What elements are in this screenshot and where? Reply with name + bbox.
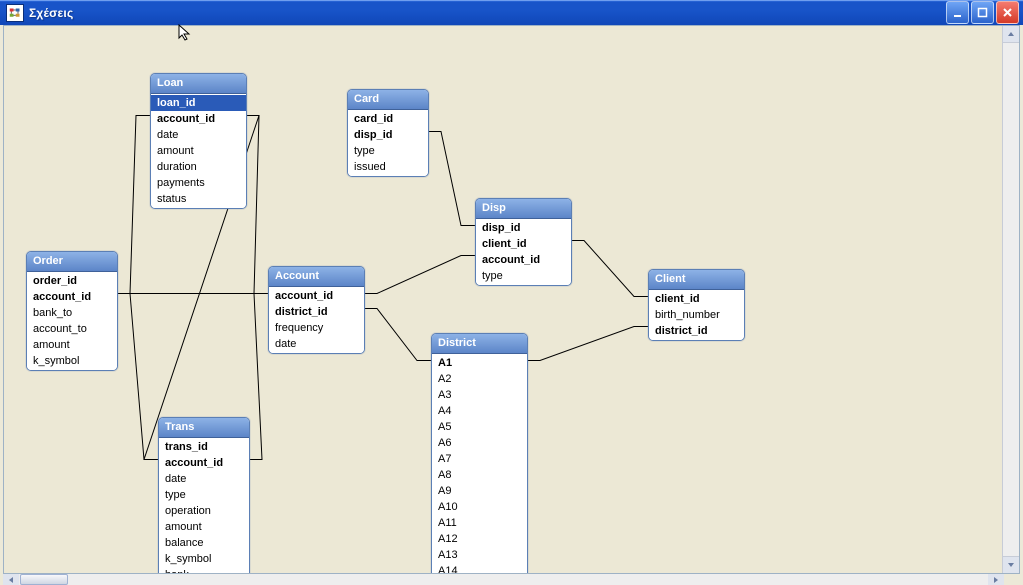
field-date[interactable]: date [151,127,246,143]
field-A8[interactable]: A8 [432,467,527,483]
field-account_id[interactable]: account_id [476,252,571,268]
field-account_to[interactable]: account_to [27,321,117,337]
field-A12[interactable]: A12 [432,531,527,547]
field-loan_id[interactable]: loan_id [151,95,246,111]
field-frequency[interactable]: frequency [269,320,364,336]
field-disp_id[interactable]: disp_id [348,127,428,143]
field-A13[interactable]: A13 [432,547,527,563]
relationship-line[interactable] [427,132,475,226]
field-disp_id[interactable]: disp_id [476,220,571,236]
relationship-line[interactable] [248,294,268,460]
field-A1[interactable]: A1 [432,355,527,371]
table-account[interactable]: Accountaccount_iddistrict_idfrequencydat… [268,266,365,354]
table-card[interactable]: Cardcard_iddisp_idtypeissued [347,89,429,177]
table-header[interactable]: Loan [151,74,246,94]
field-A2[interactable]: A2 [432,371,527,387]
relationship-line[interactable] [116,294,158,460]
table-header[interactable]: District [432,334,527,354]
table-header[interactable]: Card [348,90,428,110]
field-account_id[interactable]: account_id [27,289,117,305]
field-k_symbol[interactable]: k_symbol [27,353,117,369]
relationship-line[interactable] [245,116,268,294]
field-district_id[interactable]: district_id [269,304,364,320]
relationships-canvas[interactable]: Loanloan_idaccount_iddateamountdurationp… [3,25,1020,574]
field-duration[interactable]: duration [151,159,246,175]
table-disp[interactable]: Dispdisp_idclient_idaccount_idtype [475,198,572,286]
relationship-line[interactable] [363,256,475,294]
maximize-icon [977,7,988,18]
maximize-button[interactable] [971,1,994,24]
field-bank_to[interactable]: bank_to [27,305,117,321]
table-header[interactable]: Trans [159,418,249,438]
field-account_id[interactable]: account_id [151,111,246,127]
field-balance[interactable]: balance [159,535,249,551]
hscroll-thumb[interactable] [20,574,68,585]
field-operation[interactable]: operation [159,503,249,519]
field-k_symbol[interactable]: k_symbol [159,551,249,567]
table-loan[interactable]: Loanloan_idaccount_iddateamountdurationp… [150,73,247,209]
field-type[interactable]: type [348,143,428,159]
field-client_id[interactable]: client_id [476,236,571,252]
field-A10[interactable]: A10 [432,499,527,515]
field-A14[interactable]: A14 [432,563,527,574]
table-header[interactable]: Disp [476,199,571,219]
field-A7[interactable]: A7 [432,451,527,467]
titlebar[interactable]: Σχέσεις [0,0,1023,25]
relationship-line[interactable] [570,241,648,297]
field-amount[interactable]: amount [151,143,246,159]
field-A11[interactable]: A11 [432,515,527,531]
table-client[interactable]: Clientclient_idbirth_numberdistrict_id [648,269,745,341]
field-A3[interactable]: A3 [432,387,527,403]
table-district[interactable]: DistrictA1A2A3A4A5A6A7A8A9A10A11A12A13A1… [431,333,528,574]
minimize-button[interactable] [946,1,969,24]
table-header[interactable]: Client [649,270,744,290]
scroll-left-button[interactable] [3,574,19,585]
field-A6[interactable]: A6 [432,435,527,451]
field-bank[interactable]: bank [159,567,249,574]
close-button[interactable] [996,1,1019,24]
field-trans_id[interactable]: trans_id [159,439,249,455]
field-amount[interactable]: amount [159,519,249,535]
horizontal-scrollbar[interactable] [3,574,1004,585]
vertical-scrollbar[interactable] [1002,26,1019,573]
field-date[interactable]: date [269,336,364,352]
field-account_id[interactable]: account_id [269,288,364,304]
window-title: Σχέσεις [29,6,944,20]
table-header[interactable]: Account [269,267,364,287]
scroll-down-button[interactable] [1003,556,1019,573]
field-district_id[interactable]: district_id [649,323,744,339]
relationship-line[interactable] [526,327,648,361]
relationship-line[interactable] [363,309,431,361]
field-A9[interactable]: A9 [432,483,527,499]
scroll-up-button[interactable] [1003,26,1019,43]
close-icon [1002,7,1013,18]
field-date[interactable]: date [159,471,249,487]
minimize-icon [952,7,963,18]
field-client_id[interactable]: client_id [649,291,744,307]
field-issued[interactable]: issued [348,159,428,175]
field-type[interactable]: type [476,268,571,284]
field-card_id[interactable]: card_id [348,111,428,127]
table-header[interactable]: Order [27,252,117,272]
field-order_id[interactable]: order_id [27,273,117,289]
table-trans[interactable]: Transtrans_idaccount_iddatetypeoperation… [158,417,250,574]
field-payments[interactable]: payments [151,175,246,191]
field-account_id[interactable]: account_id [159,455,249,471]
app-icon [6,4,24,22]
field-type[interactable]: type [159,487,249,503]
field-birth_number[interactable]: birth_number [649,307,744,323]
scroll-right-button[interactable] [988,574,1004,585]
field-A4[interactable]: A4 [432,403,527,419]
field-A5[interactable]: A5 [432,419,527,435]
relationship-line[interactable] [116,116,150,294]
field-status[interactable]: status [151,191,246,207]
table-order[interactable]: Orderorder_idaccount_idbank_toaccount_to… [26,251,118,371]
field-amount[interactable]: amount [27,337,117,353]
